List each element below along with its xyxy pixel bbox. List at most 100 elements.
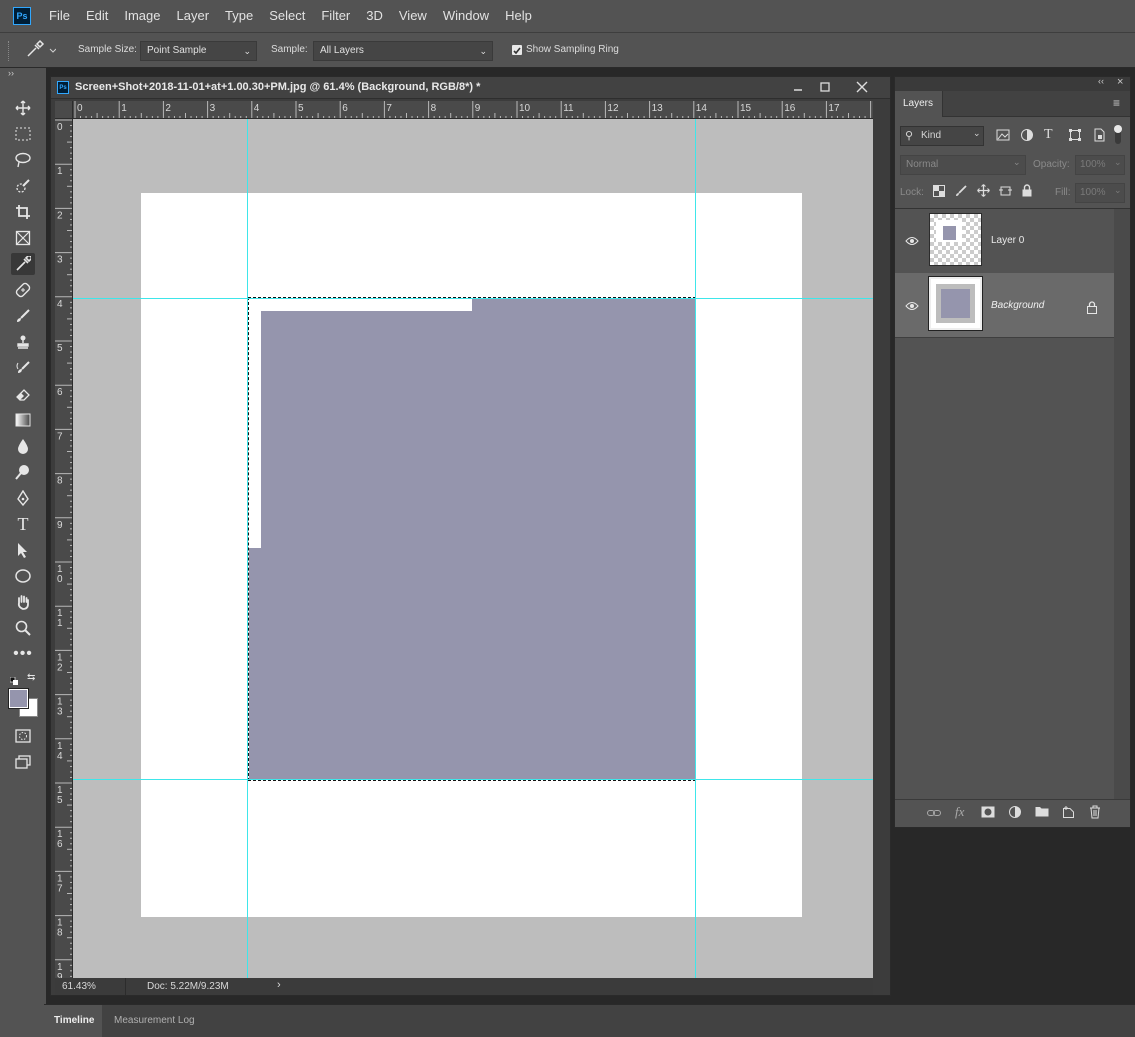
- horizontal-ruler[interactable]: 0 1 2 3 4 5 6 7 8 9 10 11 12 13 14 15 16 17: [73, 101, 873, 119]
- ruler-origin[interactable]: [55, 101, 73, 119]
- menu-file[interactable]: File: [41, 0, 78, 32]
- show-sampling-ring-checkbox[interactable]: [512, 45, 522, 55]
- canvas[interactable]: [73, 119, 873, 979]
- pixel-layer-filter-icon[interactable]: [996, 129, 1010, 141]
- document-title-bar[interactable]: Ps Screen+Shot+2018-11-01+at+1.00.30+PM.…: [51, 77, 890, 99]
- layer-name[interactable]: Layer 0: [991, 235, 1024, 246]
- status-menu-arrow-icon[interactable]: ›: [277, 979, 281, 991]
- fill-field[interactable]: 100% ⌄: [1075, 183, 1125, 203]
- clone-stamp-tool-icon[interactable]: [11, 331, 35, 353]
- dodge-tool-icon[interactable]: [11, 461, 35, 483]
- lock-image-pixels-icon[interactable]: [955, 185, 967, 197]
- filter-kind-dropdown[interactable]: ⚲ Kind ⌄: [900, 126, 984, 146]
- swap-colors-icon[interactable]: ⇆: [27, 672, 37, 683]
- quick-selection-tool-icon[interactable]: [11, 175, 35, 197]
- layers-scrollbar[interactable]: [1114, 209, 1130, 799]
- new-layer-icon[interactable]: [1062, 805, 1075, 819]
- frame-tool-icon[interactable]: [11, 227, 35, 249]
- layer-row-background[interactable]: Background: [895, 273, 1114, 338]
- path-selection-tool-icon[interactable]: [11, 539, 35, 561]
- layer-row-layer-0[interactable]: Layer 0: [895, 209, 1114, 274]
- lock-all-icon[interactable]: [1021, 184, 1033, 197]
- shape-layer-filter-icon[interactable]: [1068, 128, 1082, 142]
- type-layer-filter-icon[interactable]: T: [1044, 127, 1058, 142]
- thumb-fill-area: [943, 226, 956, 240]
- vertical-ruler[interactable]: 012345678910111213141516171819: [55, 119, 73, 979]
- lock-position-icon[interactable]: [977, 184, 990, 197]
- pen-tool-icon[interactable]: [11, 487, 35, 509]
- eraser-tool-icon[interactable]: [11, 383, 35, 405]
- tab-measurement-log[interactable]: Measurement Log: [102, 1005, 202, 1037]
- opacity-field[interactable]: 100% ⌄: [1075, 155, 1125, 175]
- delete-layer-icon[interactable]: [1089, 805, 1101, 819]
- healing-brush-tool-icon[interactable]: [11, 279, 35, 301]
- marquee-tool-icon[interactable]: [11, 123, 35, 145]
- menu-3d[interactable]: 3D: [358, 0, 391, 32]
- ellipse-tool-icon[interactable]: [11, 565, 35, 587]
- close-panel-icon[interactable]: ×: [1117, 76, 1123, 88]
- visibility-eye-icon[interactable]: [905, 301, 919, 311]
- adjustment-layer-filter-icon[interactable]: [1020, 128, 1034, 142]
- ruler-label: 13: [652, 103, 664, 114]
- new-adjustment-layer-icon[interactable]: [1008, 805, 1022, 819]
- type-tool-icon[interactable]: T: [11, 513, 35, 535]
- menu-filter[interactable]: Filter: [313, 0, 358, 32]
- sample-dropdown[interactable]: All Layers ⌄: [313, 41, 493, 61]
- menu-select[interactable]: Select: [261, 0, 313, 32]
- minimize-icon[interactable]: [791, 80, 805, 94]
- gradient-tool-icon[interactable]: [11, 409, 35, 431]
- menu-view[interactable]: View: [391, 0, 435, 32]
- menu-window[interactable]: Window: [435, 0, 497, 32]
- lock-label: Lock:: [900, 187, 924, 198]
- lock-icon[interactable]: [1086, 301, 1098, 314]
- grip-handle[interactable]: [8, 41, 10, 61]
- maximize-icon[interactable]: [818, 80, 832, 94]
- new-group-icon[interactable]: [1035, 805, 1049, 817]
- quick-mask-icon[interactable]: [11, 725, 35, 747]
- default-colors-icon[interactable]: [9, 674, 18, 685]
- collapse-panel-icon[interactable]: ‹‹: [1098, 76, 1104, 86]
- ruler-label: 7: [386, 103, 392, 114]
- sample-size-dropdown[interactable]: Point Sample ⌄: [140, 41, 257, 61]
- crop-tool-icon[interactable]: [11, 201, 35, 223]
- menu-type[interactable]: Type: [217, 0, 261, 32]
- brush-tool-icon[interactable]: [11, 305, 35, 327]
- menu-image[interactable]: Image: [116, 0, 168, 32]
- menu-edit[interactable]: Edit: [78, 0, 116, 32]
- prevent-autonest-icon[interactable]: [999, 185, 1012, 197]
- blur-tool-icon[interactable]: [11, 435, 35, 457]
- visibility-eye-icon[interactable]: [905, 236, 919, 246]
- fx-icon[interactable]: fx: [955, 804, 969, 820]
- smart-object-filter-icon[interactable]: [1092, 128, 1106, 142]
- guide-vertical-left[interactable]: [247, 119, 248, 979]
- ruler-label: 5: [57, 343, 63, 354]
- eyedropper-tool-icon[interactable]: [11, 253, 35, 275]
- eyedropper-preset-icon[interactable]: [22, 39, 57, 61]
- add-mask-icon[interactable]: [981, 806, 995, 818]
- tab-layers-label: Layers: [903, 98, 934, 109]
- history-brush-tool-icon[interactable]: [11, 357, 35, 379]
- lasso-tool-icon[interactable]: [11, 149, 35, 171]
- guide-horizontal-bottom[interactable]: [73, 779, 873, 780]
- foreground-color-swatch[interactable]: [8, 688, 29, 709]
- guide-vertical-right[interactable]: [695, 119, 696, 979]
- zoom-tool-icon[interactable]: [11, 617, 35, 639]
- hand-tool-icon[interactable]: [11, 591, 35, 613]
- layer-name[interactable]: Background: [991, 300, 1044, 311]
- menu-help[interactable]: Help: [497, 0, 540, 32]
- lock-transparent-pixels-icon[interactable]: [933, 185, 945, 197]
- panel-menu-icon[interactable]: ≡: [1113, 96, 1120, 110]
- tab-layers[interactable]: Layers: [895, 91, 943, 117]
- filter-toggle-switch[interactable]: [1113, 124, 1123, 146]
- move-tool-icon[interactable]: [11, 97, 35, 119]
- zoom-level[interactable]: 61.43%: [62, 981, 96, 992]
- guide-horizontal-top[interactable]: [73, 298, 873, 299]
- link-layers-icon[interactable]: [927, 807, 941, 819]
- more-tools-icon[interactable]: •••: [11, 643, 35, 665]
- blend-mode-dropdown[interactable]: Normal ⌄: [900, 155, 1026, 175]
- screen-mode-icon[interactable]: [11, 751, 35, 773]
- tab-timeline[interactable]: Timeline: [44, 1005, 102, 1037]
- menu-layer[interactable]: Layer: [169, 0, 218, 32]
- collapse-arrows-icon[interactable]: ››: [8, 68, 14, 78]
- close-icon[interactable]: [855, 80, 869, 94]
